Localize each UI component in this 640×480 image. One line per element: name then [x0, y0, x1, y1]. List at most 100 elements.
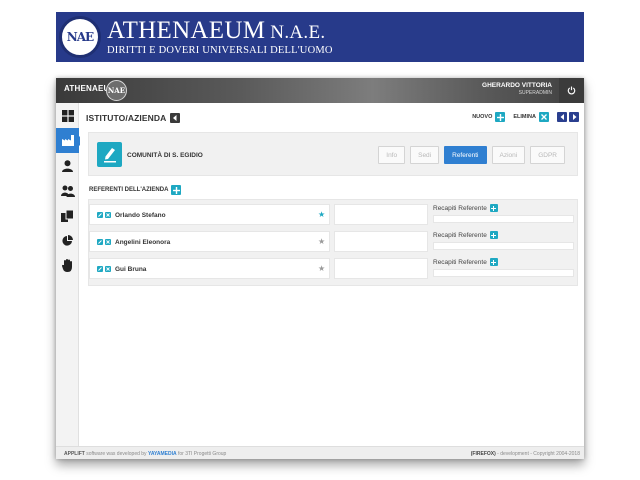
pencil-icon [98, 267, 102, 271]
sidebar-item-documents[interactable] [56, 203, 79, 228]
banner-subtitle: DIRITTI E DOVERI UNIVERSALI DELL'UOMO [107, 44, 333, 56]
delete-referent-button[interactable] [105, 212, 111, 218]
list-item: Gui Bruna ★ Recapiti Referente [89, 256, 579, 283]
user-block[interactable]: GHERARDO VITTORIA SUPERADMIN [482, 82, 552, 96]
add-referent-button[interactable] [171, 185, 182, 195]
footer-developer-link[interactable]: YAYAMEDIA [148, 451, 177, 457]
referent-name: Angelini Eleonora [115, 238, 171, 246]
contacts-label: Recapiti Referente [433, 258, 574, 266]
user-name: GHERARDO VITTORIA [482, 82, 552, 89]
banner-title-suffix: N.A.E. [265, 21, 326, 43]
next-record-button[interactable] [569, 112, 579, 122]
nae-seal-logo: NAE [59, 16, 101, 58]
footer-environment: (FIREFOX) - development - Copyright 2004… [471, 451, 580, 457]
sidebar-item-statistics[interactable] [56, 228, 79, 253]
site-banner: NAE ATHENAEUM N.A.E. DIRITTI E DOVERI UN… [56, 12, 584, 62]
brand-logo: NAE [106, 80, 127, 101]
plus-icon [172, 186, 180, 194]
edit-referent-button[interactable] [97, 266, 103, 272]
plus-icon [496, 113, 504, 121]
tab-azioni[interactable]: Azioni [491, 146, 526, 164]
favorite-star-icon[interactable]: ★ [318, 210, 325, 219]
referent-detail-box [334, 258, 428, 279]
chevron-left-icon [560, 114, 564, 120]
contacts-field [433, 242, 574, 250]
tab-sedi[interactable]: Sedi [410, 146, 440, 164]
page-title-text: ISTITUTO/AZIENDA [86, 113, 167, 123]
chevron-right-icon [572, 114, 576, 120]
delete-referent-button[interactable] [105, 266, 111, 272]
edit-referent-button[interactable] [97, 239, 103, 245]
add-contact-button[interactable] [489, 204, 498, 212]
power-button[interactable] [559, 78, 584, 103]
contacts-label-text: Recapiti Referente [433, 204, 487, 212]
sidebar-item-companies[interactable] [56, 128, 84, 153]
add-contact-button[interactable] [489, 231, 498, 239]
previous-record-button[interactable] [557, 112, 567, 122]
footer-env-text: - development - [495, 450, 534, 457]
chevron-left-icon [173, 115, 177, 121]
user-role: SUPERADMIN [518, 90, 552, 96]
pie-chart-icon [62, 235, 73, 246]
favorite-star-icon[interactable]: ★ [318, 264, 325, 273]
company-tabs: Info Sedi Referenti Azioni GDPR [373, 146, 565, 164]
copy-documents-icon [61, 209, 74, 222]
footer-browser: (FIREFOX) [470, 450, 496, 457]
company-edit-icon[interactable] [97, 142, 122, 167]
close-icon [106, 267, 110, 271]
delete-button[interactable] [539, 112, 549, 122]
new-label: NUOVO [472, 114, 493, 120]
referent-name-box: Orlando Stefano ★ [89, 204, 330, 225]
sidebar-item-users[interactable] [56, 178, 79, 203]
add-contact-button[interactable] [489, 258, 498, 266]
plus-icon [491, 205, 497, 211]
footer-copyright: Copyright 2004-2018 [533, 450, 580, 457]
list-item: Angelini Eleonora ★ Recapiti Referente [89, 229, 579, 256]
contacts-field [433, 269, 574, 277]
sidebar-item-dashboard[interactable] [56, 103, 79, 128]
power-icon [567, 86, 576, 95]
page-title: ISTITUTO/AZIENDA [86, 113, 181, 123]
new-button[interactable] [495, 112, 506, 122]
app-window: ATHENAEUM NAE GHERARDO VITTORIA SUPERADM… [56, 78, 584, 459]
referents-list: Orlando Stefano ★ Recapiti Referente Ang… [88, 199, 578, 286]
favorite-star-icon[interactable]: ★ [318, 237, 325, 246]
referent-contacts: Recapiti Referente [433, 204, 574, 225]
banner-text: ATHENAEUM N.A.E. DIRITTI E DOVERI UNIVER… [107, 18, 333, 57]
referent-name-box: Angelini Eleonora ★ [89, 231, 330, 252]
tab-info[interactable]: Info [378, 146, 406, 164]
referent-detail-box [334, 231, 428, 252]
header-actions: NUOVO ELIMINA [472, 112, 579, 122]
section-title-text: REFERENTI DELL'AZIENDA [89, 187, 169, 193]
company-card: COMUNITÀ DI S. EGIDIO Info Sedi Referent… [88, 132, 578, 176]
referent-detail-box [334, 204, 428, 225]
main-content: ISTITUTO/AZIENDA NUOVO ELIMINA COMUNITÀ … [80, 103, 584, 446]
user-icon [62, 159, 73, 172]
tab-referenti[interactable]: Referenti [444, 146, 487, 164]
edit-referent-button[interactable] [97, 212, 103, 218]
users-group-icon [60, 185, 75, 197]
banner-title: ATHENAEUM N.A.E. [107, 18, 333, 45]
contacts-field [433, 215, 574, 223]
referent-name: Gui Bruna [115, 265, 147, 273]
top-bar: ATHENAEUM NAE GHERARDO VITTORIA SUPERADM… [56, 78, 584, 103]
pencil-icon [98, 240, 102, 244]
delete-label: ELIMINA [513, 114, 536, 120]
section-title-referents: REFERENTI DELL'AZIENDA [89, 185, 182, 195]
sidebar [56, 103, 84, 446]
list-item: Orlando Stefano ★ Recapiti Referente [89, 202, 579, 229]
company-name: COMUNITÀ DI S. EGIDIO [127, 152, 203, 159]
contacts-label-text: Recapiti Referente [433, 258, 487, 266]
contacts-label: Recapiti Referente [433, 231, 574, 239]
back-button[interactable] [170, 113, 181, 123]
close-icon [541, 114, 547, 120]
sidebar-item-user[interactable] [56, 153, 79, 178]
tab-gdpr[interactable]: GDPR [530, 146, 565, 164]
delete-referent-button[interactable] [105, 239, 111, 245]
close-icon [106, 213, 110, 217]
plus-icon [491, 232, 497, 238]
factory-icon [61, 135, 74, 146]
sidebar-item-gdpr[interactable] [56, 253, 79, 278]
footer-app-name: APPLIFT [64, 450, 85, 457]
close-icon [106, 240, 110, 244]
